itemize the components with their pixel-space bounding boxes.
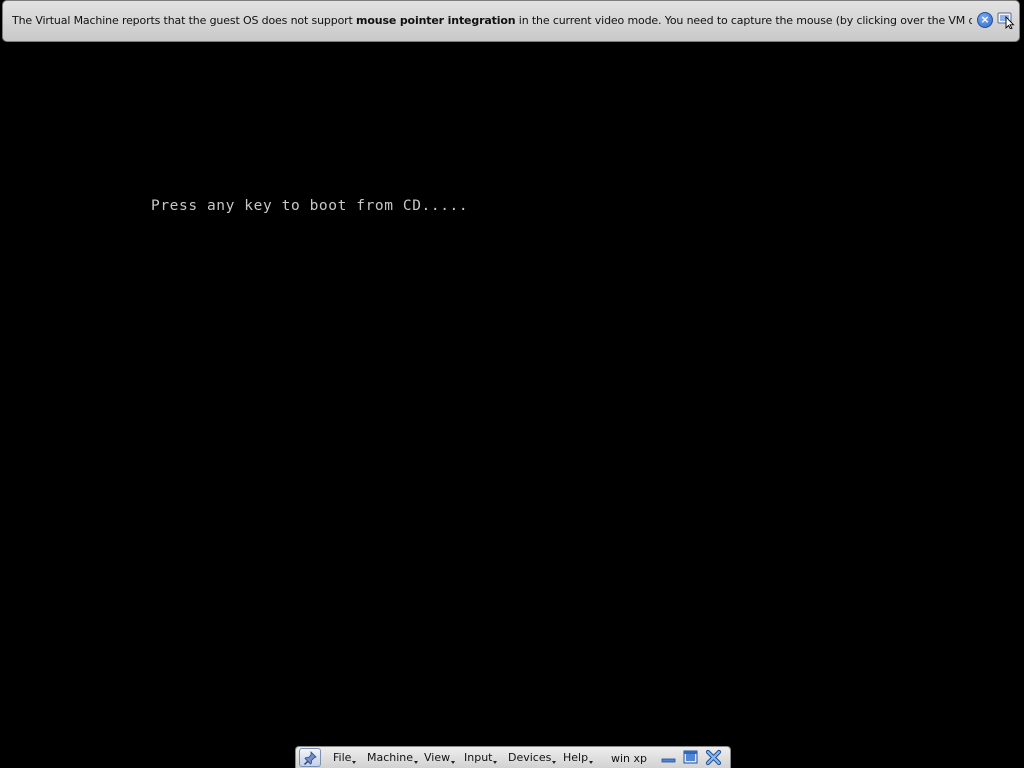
- notice-text-before: The Virtual Machine reports that the gue…: [12, 14, 357, 27]
- menu-input-label: Input: [464, 751, 493, 764]
- menu-machine-label: Machine: [367, 751, 414, 764]
- chevron-down-icon: [493, 761, 498, 764]
- fullscreen-mini-toolbar: File Machine View Input Devices Help win…: [295, 746, 731, 768]
- minimize-icon[interactable]: [660, 749, 677, 766]
- chevron-down-icon: [352, 761, 357, 764]
- menu-help[interactable]: Help: [563, 751, 594, 764]
- chevron-down-icon: [589, 761, 594, 764]
- menu-view[interactable]: View: [424, 751, 456, 764]
- pin-icon: [303, 751, 317, 765]
- chevron-down-icon: [414, 761, 419, 764]
- notice-text-after: in the current video mode. You need to c…: [518, 14, 972, 27]
- chevron-down-icon: [451, 761, 456, 764]
- menu-machine[interactable]: Machine: [367, 751, 419, 764]
- exit-fullscreen-icon[interactable]: [682, 749, 699, 766]
- menu-file-label: File: [333, 751, 352, 764]
- boot-message: Press any key to boot from CD.....: [151, 198, 469, 214]
- menu-devices-label: Devices: [508, 751, 552, 764]
- vm-display[interactable]: The Virtual Machine reports that the gue…: [0, 0, 1024, 768]
- notice-message: The Virtual Machine reports that the gue…: [12, 14, 972, 28]
- close-vm-icon[interactable]: [705, 749, 722, 766]
- menu-view-label: View: [424, 751, 451, 764]
- close-icon[interactable]: ×: [977, 12, 993, 28]
- mouse-pointer-icon[interactable]: [997, 11, 1015, 29]
- mouse-integration-notice: The Virtual Machine reports that the gue…: [2, 0, 1020, 42]
- pin-button[interactable]: [299, 748, 321, 767]
- menu-devices[interactable]: Devices: [508, 751, 557, 764]
- notice-text-bold: mouse pointer integration: [356, 14, 516, 27]
- menu-input[interactable]: Input: [464, 751, 498, 764]
- menu-file[interactable]: File: [333, 751, 357, 764]
- vm-name-label: win xp: [611, 752, 648, 765]
- menu-help-label: Help: [563, 751, 589, 764]
- chevron-down-icon: [552, 761, 557, 764]
